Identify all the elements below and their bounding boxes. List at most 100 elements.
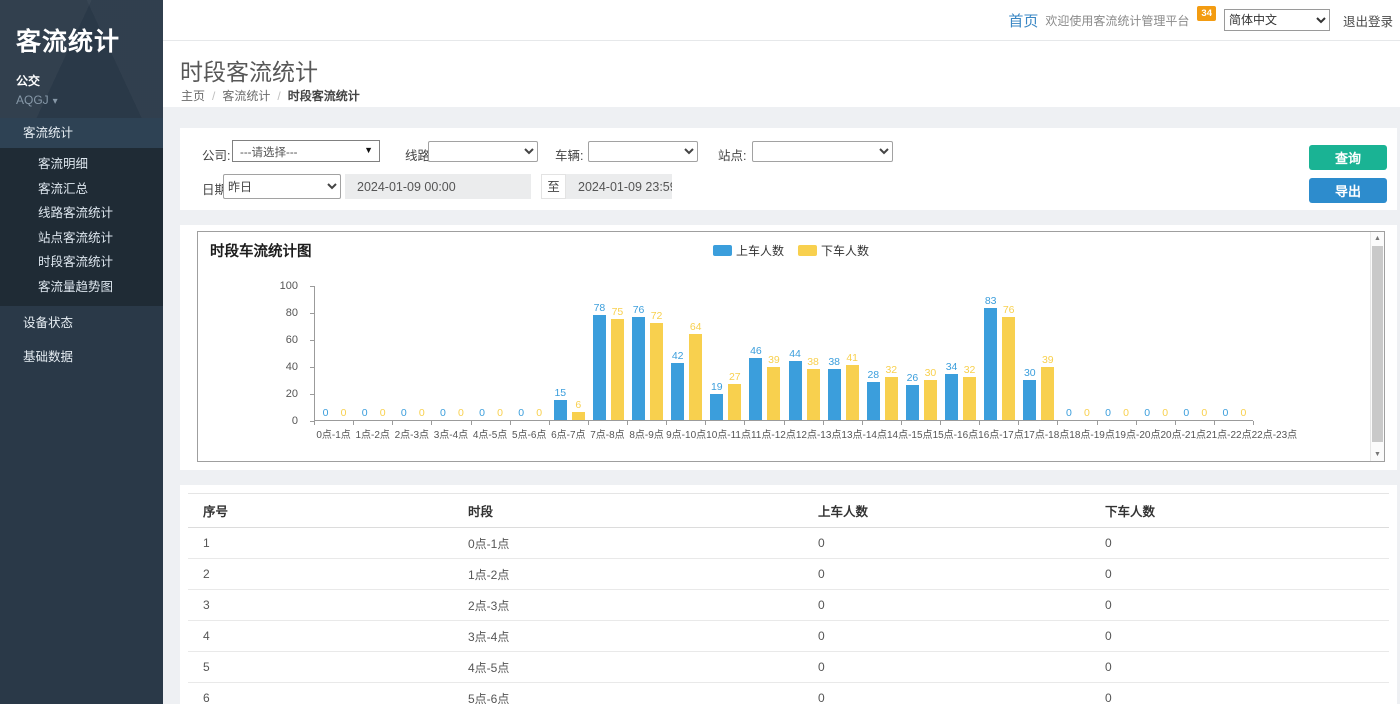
logout-link[interactable]: 退出登录 xyxy=(1343,11,1393,30)
table-cell: 4 xyxy=(188,621,453,652)
sidebar-submenu: 客流明细客流汇总线路客流统计站点客流统计时段客流统计客流量趋势图 xyxy=(0,148,163,306)
bar-value-label: 0 xyxy=(323,407,329,419)
x-axis-label-text: 7点-8点 xyxy=(590,426,624,441)
x-axis-tick xyxy=(315,421,354,425)
sidebar-item[interactable]: 客流明细 xyxy=(0,152,163,177)
bar-group: 83 xyxy=(984,286,997,420)
bar-group: 0 xyxy=(358,286,371,420)
export-button[interactable]: 导出 xyxy=(1309,178,1387,203)
bar-value-label: 32 xyxy=(885,364,897,376)
company-select-value: ---请选择--- xyxy=(240,147,297,159)
bar xyxy=(885,377,898,420)
bar-group: 0 xyxy=(515,286,528,420)
bar-value-label: 0 xyxy=(1123,407,1129,419)
table-column-header: 序号 xyxy=(188,494,453,528)
sidebar-section[interactable]: 客流统计 xyxy=(0,118,163,148)
breadcrumb-item[interactable]: 主页 xyxy=(181,89,205,103)
chart-category: 00 xyxy=(354,286,393,420)
chart-category: 4438 xyxy=(785,286,824,420)
table-cell: 0 xyxy=(1090,528,1389,559)
chart-plot-area: 0000000000001567875767242641927463944383… xyxy=(314,286,1253,421)
legend-item[interactable]: 上车人数 xyxy=(713,242,784,259)
date-preset-select[interactable]: 昨日 xyxy=(223,174,341,199)
x-axis-tick xyxy=(745,421,784,425)
line-select[interactable] xyxy=(428,141,538,162)
x-axis-label-text: 20点-21点 xyxy=(1160,426,1206,441)
bar-group: 15 xyxy=(554,286,567,420)
table-row: 54点-5点00 xyxy=(188,652,1389,683)
x-axis-label-text: 22点-23点 xyxy=(1252,426,1298,441)
sidebar-section[interactable]: 基础数据 xyxy=(0,340,163,374)
table-cell: 2点-3点 xyxy=(453,590,803,621)
chart-category: 4639 xyxy=(745,286,784,420)
x-axis-tick xyxy=(667,421,706,425)
chart-category: 00 xyxy=(1098,286,1137,420)
table-cell: 0 xyxy=(803,528,1090,559)
sidebar-item[interactable]: 客流汇总 xyxy=(0,177,163,202)
sidebar-section[interactable]: 设备状态 xyxy=(0,306,163,340)
language-select[interactable]: 简体中文 xyxy=(1224,9,1330,31)
table-cell: 0 xyxy=(803,683,1090,704)
table-cell: 0点-1点 xyxy=(453,528,803,559)
bar-group: 32 xyxy=(885,286,898,420)
scrollbar-down-icon[interactable]: ▼ xyxy=(1371,451,1384,458)
bar-value-label: 72 xyxy=(651,310,663,322)
breadcrumb-item[interactable]: 客流统计 xyxy=(222,89,270,103)
company-select[interactable]: ---请选择--- ▼ xyxy=(232,140,380,162)
bar-value-label: 76 xyxy=(1003,304,1015,316)
notification-badge[interactable]: 34 xyxy=(1197,6,1216,21)
date-end-input[interactable] xyxy=(566,174,672,199)
breadcrumb-separator: / xyxy=(212,89,215,103)
bar-value-label: 34 xyxy=(946,361,958,373)
sidebar-item[interactable]: 时段客流统计 xyxy=(0,250,163,275)
bar-group: 26 xyxy=(906,286,919,420)
account-dropdown[interactable]: AQGJ▾ xyxy=(16,93,147,107)
bar-group: 6 xyxy=(572,286,585,420)
home-link[interactable]: 首页 xyxy=(1008,10,1038,31)
x-axis-label: 17点-18点 xyxy=(1024,426,1070,441)
bar xyxy=(632,317,645,420)
chart-category: 3841 xyxy=(824,286,863,420)
scrollbar-thumb[interactable] xyxy=(1372,246,1383,442)
table-cell: 3 xyxy=(188,590,453,621)
x-axis-tick xyxy=(1098,421,1137,425)
x-axis-label-text: 5点-6点 xyxy=(512,426,546,441)
table-column-header: 上车人数 xyxy=(803,494,1090,528)
bar-value-label: 27 xyxy=(729,371,741,383)
chart-category: 1927 xyxy=(706,286,745,420)
x-axis-label: 6点-7点 xyxy=(549,426,588,441)
bar xyxy=(1002,317,1015,420)
y-axis-tick xyxy=(310,286,314,287)
x-axis-label-text: 14点-15点 xyxy=(887,426,933,441)
legend-swatch xyxy=(713,245,732,256)
bar-group: 0 xyxy=(1062,286,1075,420)
table-cell: 0 xyxy=(1090,559,1389,590)
x-axis-tick xyxy=(432,421,471,425)
chart-category: 3039 xyxy=(1019,286,1058,420)
bar xyxy=(789,361,802,420)
sidebar-item[interactable]: 客流量趋势图 xyxy=(0,275,163,300)
bar-value-label: 32 xyxy=(964,364,976,376)
welcome-text: 欢迎使用客流统计管理平台 xyxy=(1045,12,1189,29)
x-axis-label: 19点-20点 xyxy=(1115,426,1161,441)
table-cell: 0 xyxy=(1090,683,1389,704)
x-axis-label-text: 21点-22点 xyxy=(1206,426,1252,441)
x-axis-label: 12点-13点 xyxy=(796,426,842,441)
scrollbar-up-icon[interactable]: ▲ xyxy=(1371,235,1384,242)
vehicle-select[interactable] xyxy=(588,141,698,162)
legend-item[interactable]: 下车人数 xyxy=(798,242,869,259)
sidebar-item[interactable]: 站点客流统计 xyxy=(0,226,163,251)
date-start-input[interactable] xyxy=(345,174,531,199)
x-axis-tick xyxy=(863,421,902,425)
station-label: 站点: xyxy=(718,145,746,164)
station-select[interactable] xyxy=(752,141,893,162)
table-cell: 5 xyxy=(188,652,453,683)
bar-group: 0 xyxy=(415,286,428,420)
bar-group: 0 xyxy=(1180,286,1193,420)
bar-value-label: 0 xyxy=(536,407,542,419)
chart-category: 76 72 xyxy=(628,286,667,420)
query-button[interactable]: 查询 xyxy=(1309,145,1387,170)
sidebar-item[interactable]: 线路客流统计 xyxy=(0,201,163,226)
bar-group: 76 xyxy=(632,286,645,420)
bar-group: 28 xyxy=(867,286,880,420)
